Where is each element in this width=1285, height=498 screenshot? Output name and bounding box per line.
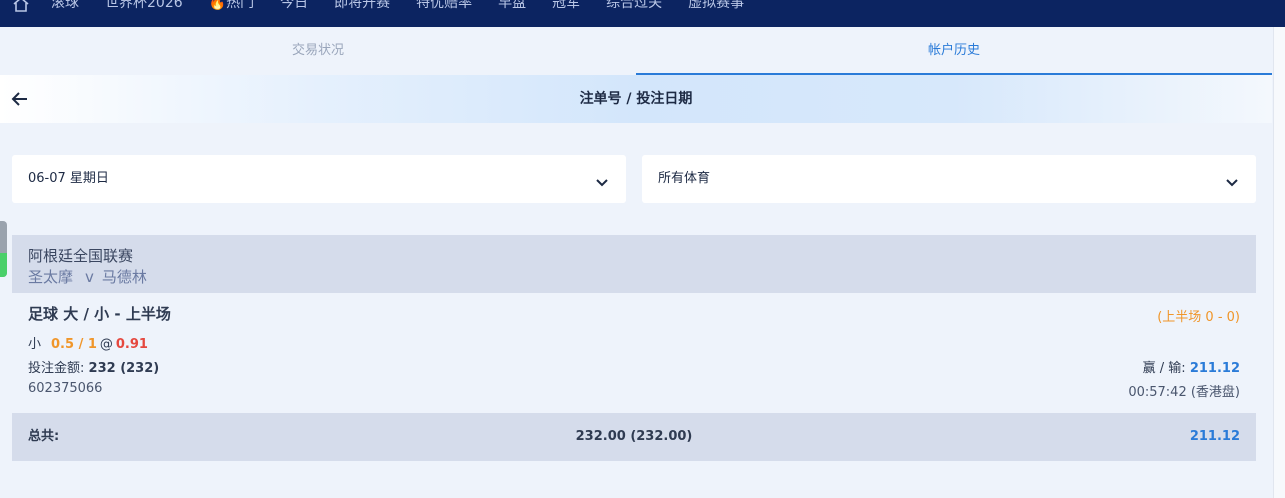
side-drawer-handle[interactable] — [0, 221, 7, 277]
stake-amount: 投注金额: 232 (232) — [28, 357, 159, 376]
fire-icon: 🔥 — [208, 0, 227, 11]
win-loss-value: 211.12 — [1189, 361, 1240, 376]
chevron-down-icon — [1226, 173, 1238, 187]
history-tabs: 交易状况 帐户历史 — [0, 27, 1272, 75]
nav-item-live[interactable]: 滚球 — [38, 0, 92, 17]
nav-item-hot-label: 热门 — [226, 0, 255, 11]
odds-value: 0.91 — [115, 337, 148, 352]
win-loss-label: 赢 / 输: — [1142, 361, 1186, 376]
away-team: 马德林 — [101, 268, 147, 286]
nav-item-outright[interactable]: 冠军 — [539, 0, 593, 17]
bet-time: 00:57:42 (香港盘) — [1128, 385, 1240, 400]
nav-item-hot[interactable]: 🔥热门 — [196, 0, 267, 17]
win-loss: 赢 / 输: 211.12 — [1143, 357, 1240, 376]
nav-item-worldcup[interactable]: 世界杯2026 — [92, 0, 196, 17]
total-row: 总共: 232.00 (232.00) 211.12 — [12, 413, 1256, 461]
at-symbol: @ — [99, 337, 113, 352]
date-select[interactable]: 06-07 星期日 — [12, 155, 626, 203]
ticket-id: 602375066 — [28, 381, 103, 396]
sport-select-value: 所有体育 — [658, 171, 711, 186]
date-select-value: 06-07 星期日 — [28, 171, 109, 186]
stake-value: 232 (232) — [88, 361, 160, 376]
bet-market: 足球 大 / 小 - 上半场 — [28, 305, 171, 323]
nav-item-upcoming[interactable]: 即将开赛 — [321, 0, 403, 17]
handicap-value: 0.5 / 1 — [51, 337, 97, 352]
tab-transactions[interactable]: 交易状况 — [0, 27, 636, 75]
sport-select[interactable]: 所有体育 — [642, 155, 1256, 203]
bet-selection: 小 0.5 / 1 @0.91 — [28, 333, 148, 352]
home-icon[interactable] — [4, 0, 38, 17]
versus-label: v — [85, 268, 94, 286]
title-bar: 注单号 / 投注日期 — [0, 75, 1272, 123]
match-teams: 圣太摩 v 马德林 — [28, 266, 147, 287]
nav-item-parlay[interactable]: 综合过关 — [593, 0, 675, 17]
nav-item-early[interactable]: 早盘 — [485, 0, 539, 17]
tab-account-history[interactable]: 帐户历史 — [636, 27, 1272, 75]
top-nav: 滚球 世界杯2026 🔥热门 今日 即将开赛 特优赔率 早盘 冠军 综合过关 虚… — [0, 0, 1285, 27]
period-score: (上半场 0 - 0) — [1157, 310, 1240, 325]
page-title: 注单号 / 投注日期 — [579, 91, 693, 107]
league-name: 阿根廷全国联赛 — [28, 247, 134, 265]
total-win-loss: 211.12 — [1189, 429, 1240, 444]
home-team: 圣太摩 — [28, 268, 74, 286]
bet-details: 足球 大 / 小 - 上半场 (上半场 0 - 0) 小 0.5 / 1 @0.91… — [12, 293, 1256, 413]
nav-item-best-odds[interactable]: 特优赔率 — [403, 0, 485, 17]
vertical-scrollbar[interactable] — [1273, 27, 1285, 498]
total-stake: 232.00 (232.00) — [575, 429, 693, 444]
league-header: 阿根廷全国联赛 圣太摩 v 马德林 — [12, 235, 1256, 293]
chevron-down-icon — [596, 173, 608, 187]
nav-item-virtual[interactable]: 虚拟赛事 — [675, 0, 757, 17]
stake-label: 投注金额: — [28, 361, 85, 376]
selection-label: 小 — [28, 337, 42, 352]
nav-item-today[interactable]: 今日 — [267, 0, 321, 17]
